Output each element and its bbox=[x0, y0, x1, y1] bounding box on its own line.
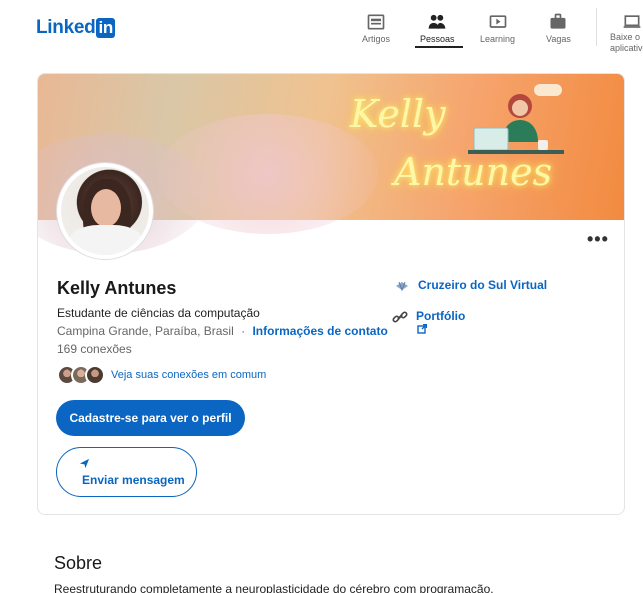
send-message-button[interactable]: Enviar mensagem bbox=[56, 447, 197, 497]
external-link-icon[interactable] bbox=[417, 324, 427, 334]
nav-learning-label: Learning bbox=[480, 34, 516, 44]
profile-avatar[interactable] bbox=[57, 163, 153, 259]
more-options-icon[interactable]: ••• bbox=[587, 230, 608, 248]
profile-location: Campina Grande, Paraíba, Brasil bbox=[57, 324, 234, 338]
download-app-link[interactable]: Baixe o aplicativo bbox=[610, 12, 643, 54]
profile-card: Kelly Antunes ••• Kelly Antunes Estudant… bbox=[37, 73, 625, 515]
signup-view-profile-button[interactable]: Cadastre-se para ver o perfil bbox=[56, 400, 245, 436]
send-icon bbox=[79, 458, 90, 469]
top-navbar: Linked in Artigos Pessoas Learning Vagas … bbox=[0, 0, 643, 56]
banner-illustration bbox=[468, 84, 564, 154]
download-app-label: Baixe o aplicativo bbox=[610, 32, 643, 53]
company-name: Cruzeiro do Sul Virtual bbox=[418, 278, 548, 292]
nav-articles-label: Artigos bbox=[362, 34, 391, 44]
connections-count: 169 conexões bbox=[57, 342, 132, 356]
link-icon bbox=[392, 311, 408, 323]
profile-headline: Estudante de ciências da computação bbox=[57, 306, 260, 320]
nav-learning[interactable]: Learning bbox=[480, 12, 515, 48]
nav-jobs-label: Vagas bbox=[546, 34, 571, 44]
send-message-label: Enviar mensagem bbox=[82, 473, 185, 487]
about-section-title: Sobre bbox=[54, 553, 103, 573]
logo-text: Linked bbox=[36, 17, 96, 38]
location-separator: · bbox=[241, 324, 246, 338]
banner-title-line1: Kelly bbox=[350, 92, 446, 136]
laptop-icon bbox=[623, 15, 641, 28]
people-icon bbox=[428, 14, 446, 29]
mutual-avatar bbox=[85, 365, 105, 385]
portfolio-label: Portfólio bbox=[416, 309, 466, 323]
active-nav-underline bbox=[415, 46, 463, 48]
nav-jobs[interactable]: Vagas bbox=[546, 12, 571, 48]
company-logo-icon bbox=[396, 281, 408, 292]
avatar-coat bbox=[69, 225, 143, 255]
banner-decoration bbox=[158, 114, 378, 234]
nav-articles[interactable]: Artigos bbox=[362, 12, 390, 48]
jobs-icon bbox=[550, 13, 566, 29]
about-section-text: Reestruturando completamente a neuroplas… bbox=[54, 582, 494, 593]
articles-icon bbox=[367, 14, 385, 30]
nav-people[interactable]: Pessoas bbox=[420, 12, 455, 48]
portfolio-link[interactable]: Portfólio bbox=[392, 309, 465, 325]
linkedin-logo[interactable]: Linked in bbox=[36, 17, 115, 39]
learning-icon bbox=[489, 15, 506, 28]
contact-info-link[interactable]: Informações de contato bbox=[252, 324, 387, 338]
profile-location-line: Campina Grande, Paraíba, Brasil · Inform… bbox=[57, 324, 388, 338]
nav-divider bbox=[596, 8, 597, 46]
avatar-face bbox=[91, 189, 121, 227]
mutual-connections-link[interactable]: Veja suas conexões em comum bbox=[111, 369, 266, 381]
logo-badge: in bbox=[96, 18, 115, 38]
mutual-connections[interactable]: Veja suas conexões em comum bbox=[57, 364, 266, 386]
nav-people-label: Pessoas bbox=[420, 34, 455, 44]
company-link[interactable]: Cruzeiro do Sul Virtual bbox=[394, 278, 547, 294]
profile-name: Kelly Antunes bbox=[57, 278, 177, 298]
